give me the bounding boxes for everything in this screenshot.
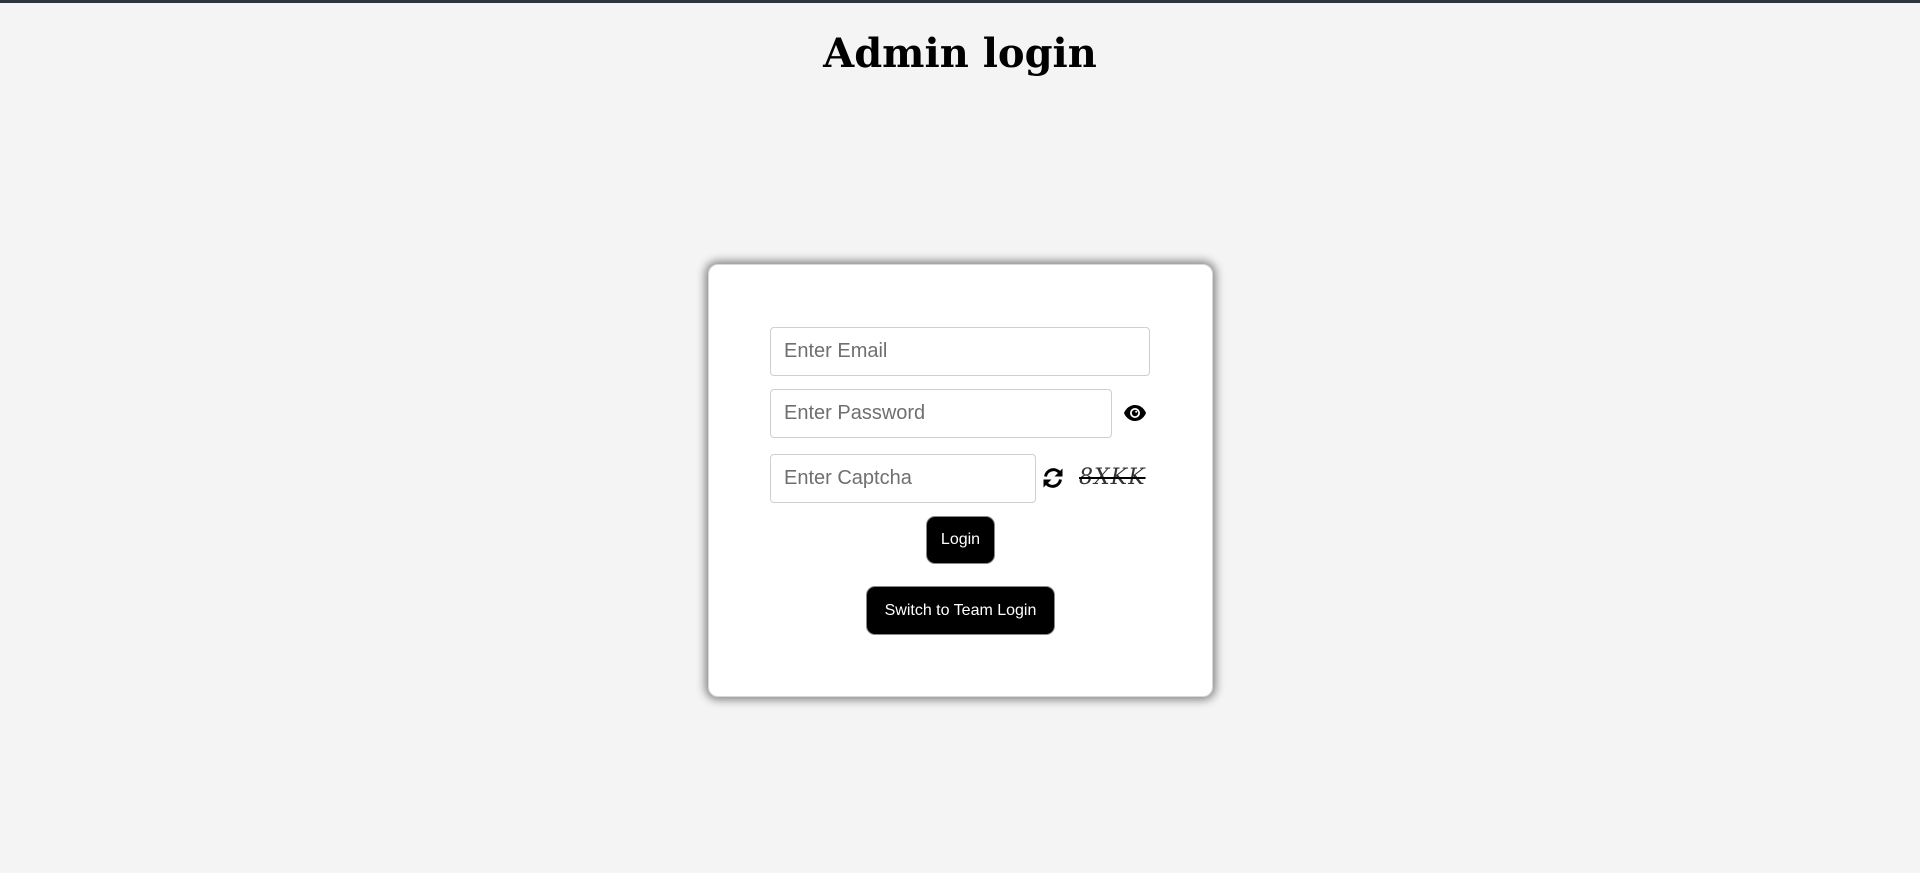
login-button[interactable]: Login — [926, 516, 995, 564]
eye-icon[interactable] — [1123, 404, 1147, 422]
refresh-icon[interactable] — [1041, 466, 1065, 490]
browser-top-strip — [0, 0, 1920, 3]
login-card: 8XKK Login Switch to Team Login — [708, 264, 1213, 697]
email-field[interactable] — [770, 327, 1150, 376]
captcha-field[interactable] — [770, 454, 1036, 503]
password-field[interactable] — [770, 389, 1112, 438]
page-title: Admin login — [823, 30, 1097, 77]
captcha-code: 8XKK — [1079, 465, 1146, 490]
switch-to-team-login-button[interactable]: Switch to Team Login — [866, 586, 1055, 635]
